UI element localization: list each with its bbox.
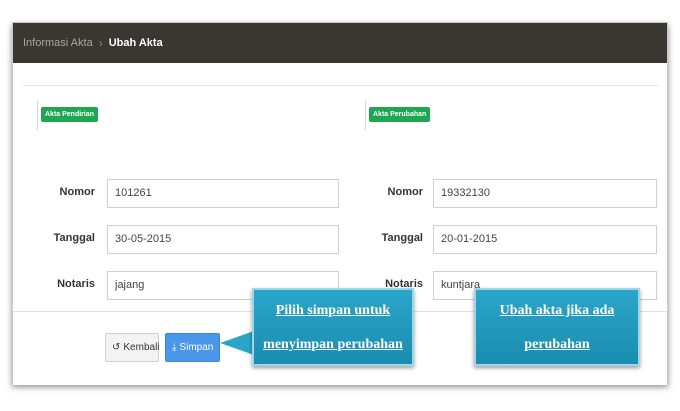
undo-icon: ↺ <box>112 342 121 353</box>
founding-date-input[interactable]: 30-05-2015 <box>107 225 339 254</box>
founding-number-label: Nomor <box>59 186 95 198</box>
section-divider <box>365 100 366 130</box>
edit-hint-line-2: perubahan <box>524 337 590 352</box>
breadcrumb-separator-icon: › <box>98 36 103 50</box>
save-button-label: Simpan <box>179 342 214 353</box>
breadcrumb-parent-link[interactable]: Informasi Akta <box>23 37 93 49</box>
breadcrumb-current: Ubah Akta <box>108 37 163 49</box>
amendment-deed-badge: Akta Perubahan <box>369 107 431 122</box>
founding-notary-label: Notaris <box>57 278 95 290</box>
back-button-label: Kembali <box>123 342 160 353</box>
amendment-number-input[interactable]: 19332130 <box>433 179 657 208</box>
amendment-date-input[interactable]: 20-01-2015 <box>433 225 657 254</box>
callout-pointer <box>220 331 254 355</box>
founding-deed-badge: Akta Pendirian <box>41 107 99 122</box>
amendment-number-label: Nomor <box>387 186 423 198</box>
founding-number-input[interactable]: 101261 <box>107 179 339 208</box>
back-button[interactable]: ↺ Kembali <box>105 333 160 362</box>
edit-hint-line-1: Ubah akta jika ada <box>499 303 615 318</box>
save-hint-line-1: Pilih simpan untuk <box>275 303 391 318</box>
save-button[interactable]: ⤓ Simpan <box>165 333 220 362</box>
deed-form-panel: Akta Pendirian Nomor 101261 Tanggal 30-0… <box>23 85 659 300</box>
save-hint-callout: Pilih simpan untuk menyimpan perubahan <box>252 288 414 366</box>
breadcrumb: Informasi Akta › Ubah Akta <box>13 23 667 63</box>
download-icon: ⤓ <box>172 342 177 353</box>
save-hint-line-2: menyimpan perubahan <box>263 337 403 352</box>
edit-hint-callout: Ubah akta jika ada perubahan <box>474 288 640 366</box>
amendment-date-label: Tanggal <box>381 232 423 244</box>
section-divider <box>37 100 38 130</box>
founding-date-label: Tanggal <box>53 232 95 244</box>
